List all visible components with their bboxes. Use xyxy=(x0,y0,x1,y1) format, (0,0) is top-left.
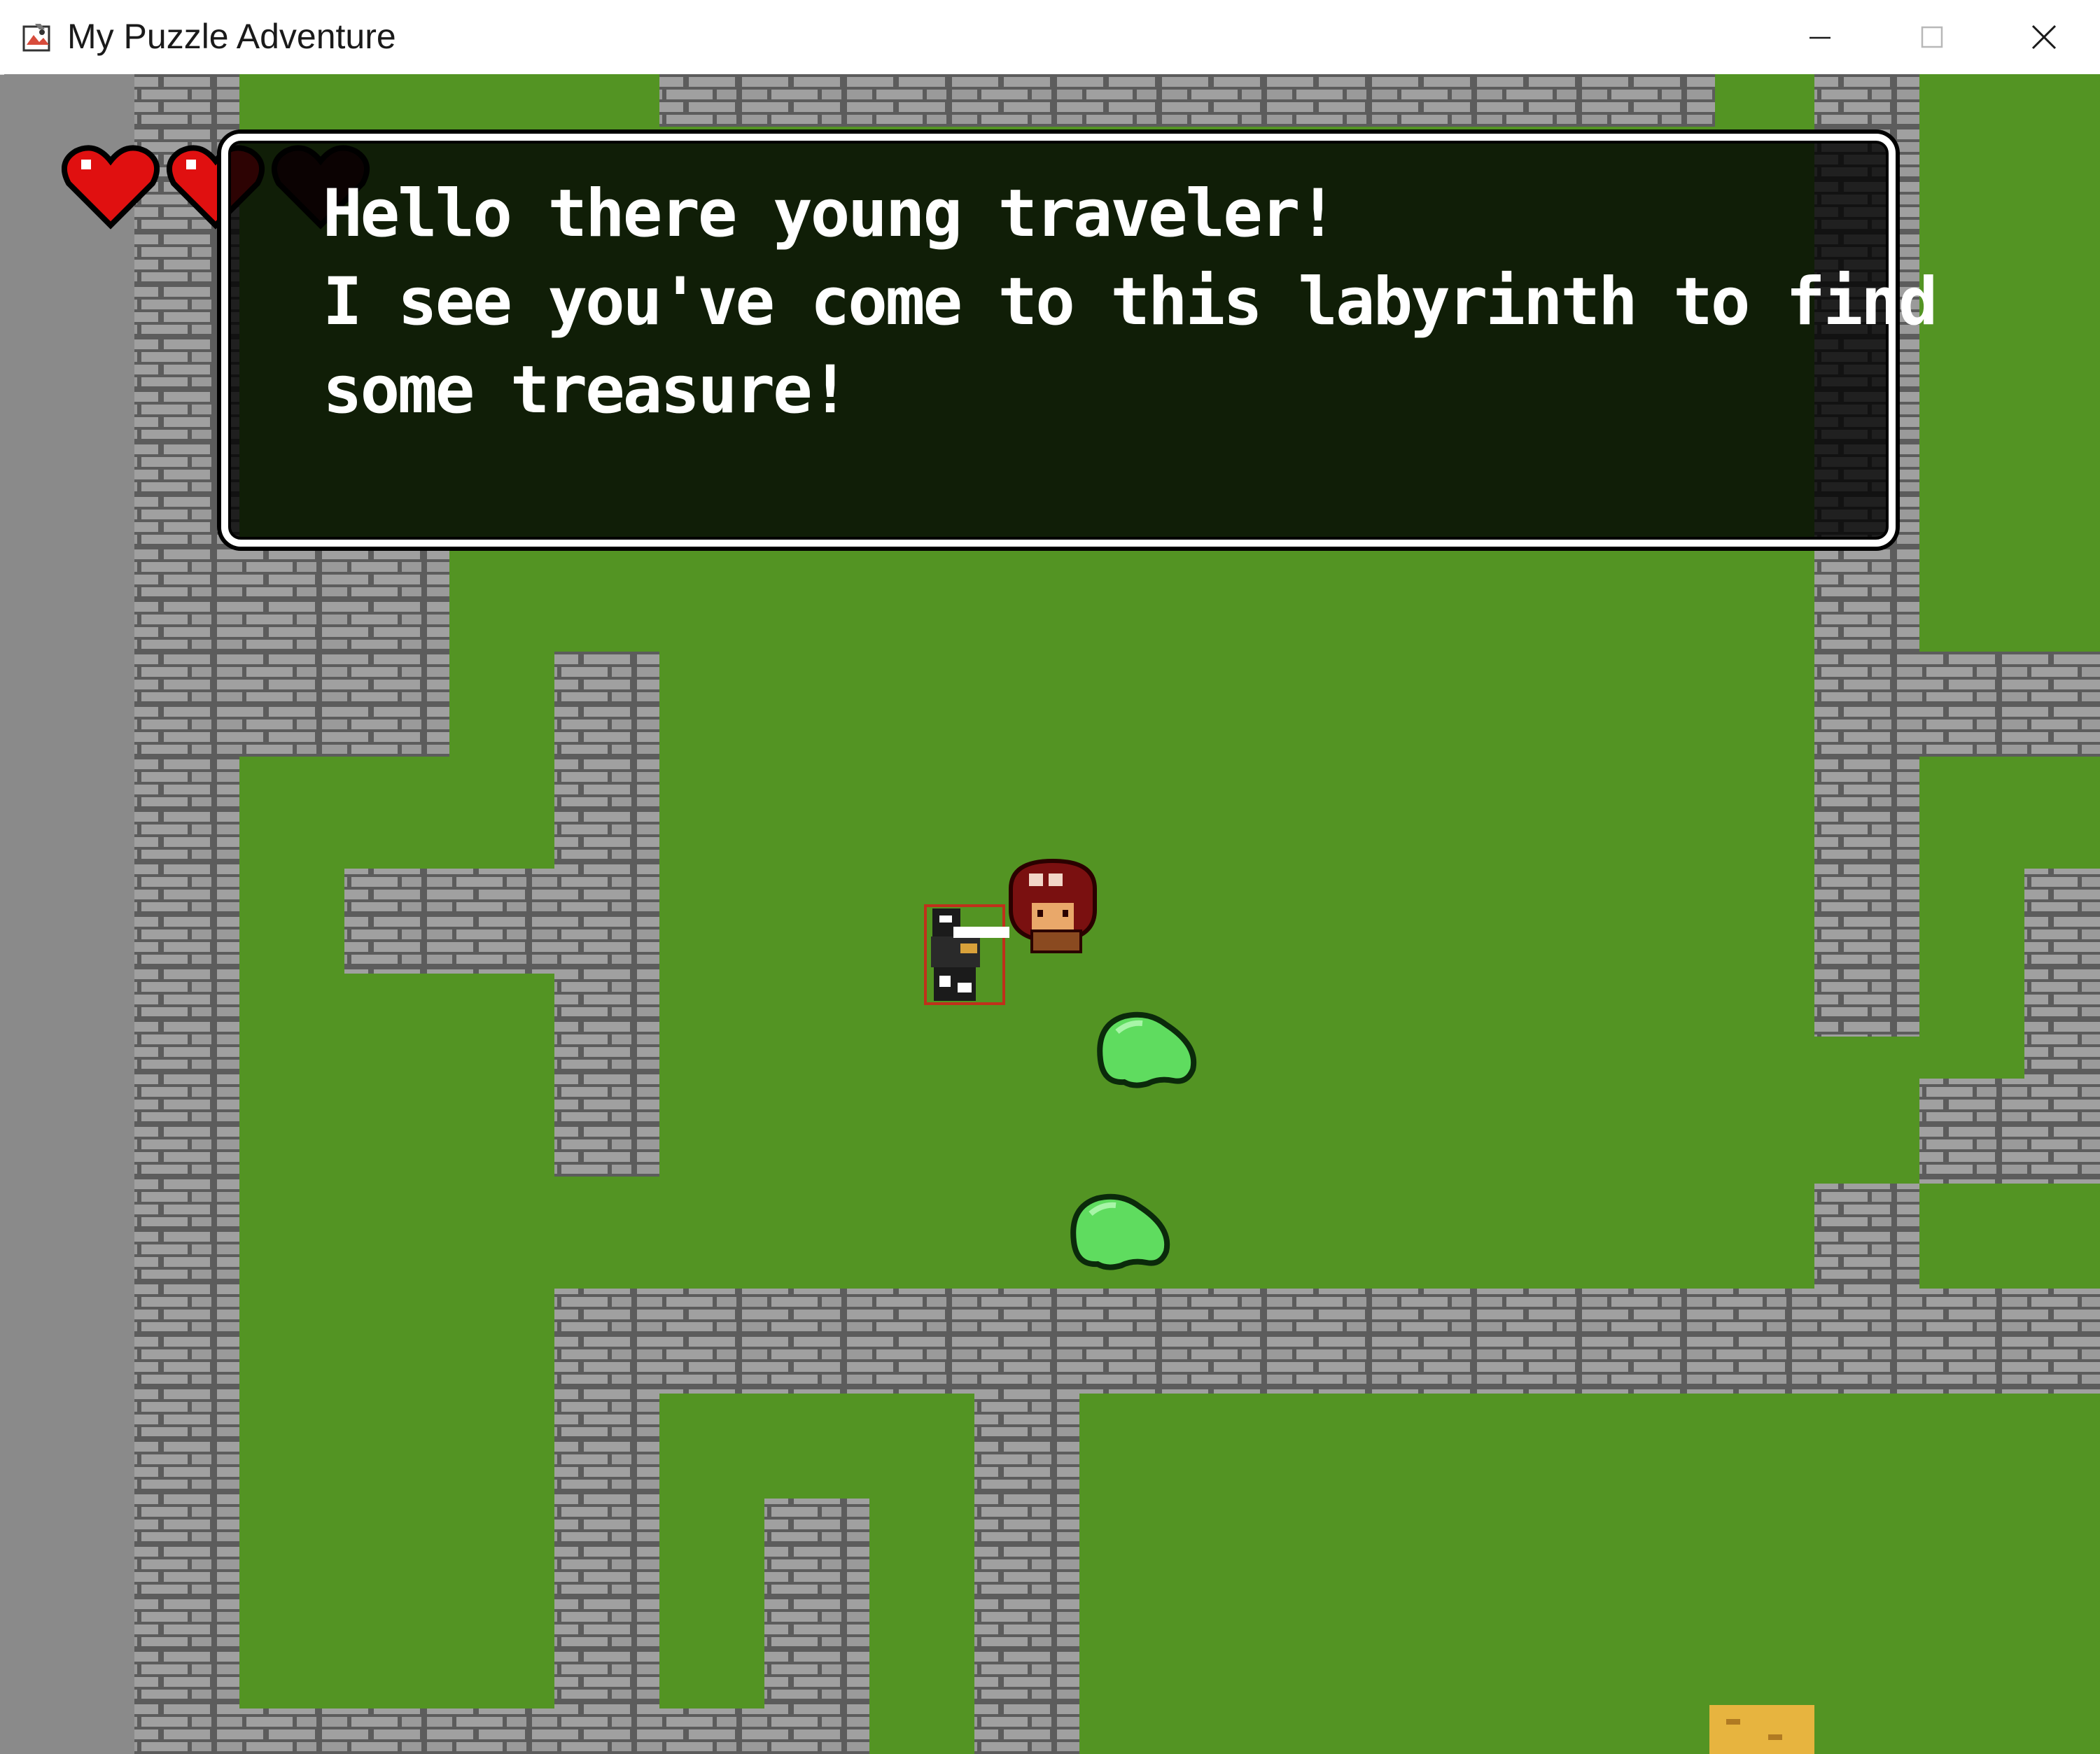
close-icon xyxy=(2031,24,2057,50)
minimize-button[interactable] xyxy=(1764,0,1876,74)
title-bar: My Puzzle Adventure xyxy=(0,0,2100,75)
close-button[interactable] xyxy=(1988,0,2100,74)
dialog-line-1: Hello there young traveler! xyxy=(323,176,1338,252)
heart-icon xyxy=(61,145,160,230)
app-icon xyxy=(21,21,55,55)
maximize-button[interactable] xyxy=(1876,0,1988,74)
npc-dialog-box[interactable]: Hello there young traveler! I see you've… xyxy=(221,134,1938,547)
maximize-icon xyxy=(1921,26,1943,48)
sand-tile-icon xyxy=(1709,1705,1814,1754)
dialog-line-2: I see you've come to this labyrinth to f… xyxy=(323,264,1938,340)
game-canvas[interactable]: Hello there young traveler! I see you've… xyxy=(4,74,2100,1754)
minimize-icon xyxy=(1809,36,1830,39)
game-window: My Puzzle Adventure Hello there young tr… xyxy=(0,0,2100,1754)
window-title: My Puzzle Adventure xyxy=(67,17,396,56)
dialog-line-3: some treasure! xyxy=(323,352,850,428)
